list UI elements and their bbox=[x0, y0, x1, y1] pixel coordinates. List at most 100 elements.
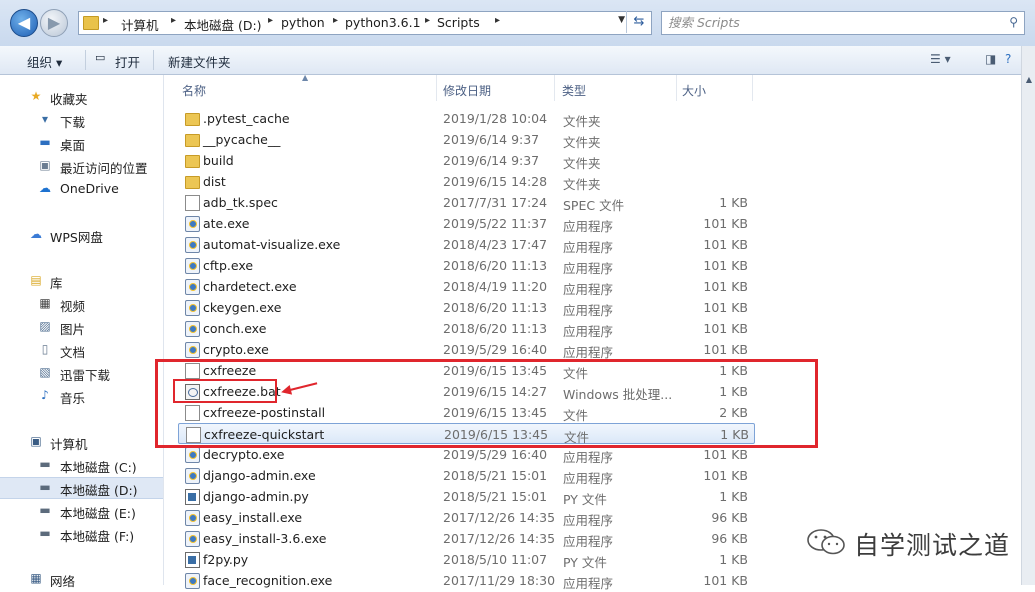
file-size: 101 KB bbox=[703, 321, 748, 336]
nav-item-drive-c[interactable]: ▬ 本地磁盘 (C:) bbox=[0, 455, 163, 475]
nav-item-label: 下载 bbox=[60, 115, 86, 130]
file-row[interactable]: __pycache__ 2019/6/14 9:37 文件夹 bbox=[178, 129, 753, 150]
column-header-label: 类型 bbox=[562, 84, 587, 98]
file-row[interactable]: build 2019/6/14 9:37 文件夹 bbox=[178, 150, 753, 171]
nav-favorites-label: 收藏夹 bbox=[50, 92, 88, 107]
nav-favorites[interactable]: ★ 收藏夹 bbox=[0, 87, 163, 107]
nav-item-pictures[interactable]: ▨ 图片 bbox=[0, 317, 163, 337]
file-row[interactable]: .pytest_cache 2019/1/28 10:04 文件夹 bbox=[178, 108, 753, 129]
file-date: 2018/5/21 15:01 bbox=[443, 489, 548, 504]
file-row[interactable]: automat-visualize.exe 2018/4/23 17:47 应用程序… bbox=[178, 234, 753, 255]
forward-button[interactable]: ▶ bbox=[40, 9, 68, 37]
nav-item-music[interactable]: ♪ 音乐 bbox=[0, 386, 163, 406]
picture-icon: ▨ bbox=[39, 319, 51, 333]
file-type: PY 文件 bbox=[563, 555, 607, 570]
file-row[interactable]: chardetect.exe 2018/4/19 11:20 应用程序 101 KB bbox=[178, 276, 753, 297]
exe-icon bbox=[185, 342, 200, 358]
file-row[interactable]: conch.exe 2018/6/20 11:13 应用程序 101 KB bbox=[178, 318, 753, 339]
chevron-right-icon[interactable]: ▸ bbox=[268, 15, 273, 26]
organize-button[interactable]: 组织 ▾ bbox=[27, 52, 62, 71]
chevron-right-icon[interactable]: ▸ bbox=[103, 15, 108, 26]
breadcrumb-scripts[interactable]: Scripts bbox=[437, 15, 480, 30]
file-type: 应用程序 bbox=[563, 303, 614, 318]
file-row[interactable]: ate.exe 2019/5/22 11:37 应用程序 101 KB bbox=[178, 213, 753, 234]
nav-computer[interactable]: ▣ 计算机 bbox=[0, 432, 163, 452]
file-row[interactable]: easy_install-3.6.exe 2017/12/26 14:35 应用程序… bbox=[178, 528, 753, 549]
file-date: 2019/1/28 10:04 bbox=[443, 111, 548, 126]
nav-item-drive-f[interactable]: ▬ 本地磁盘 (F:) bbox=[0, 524, 163, 544]
nav-item-desktop[interactable]: ▬ 桌面 bbox=[0, 133, 163, 153]
desktop-icon: ▬ bbox=[39, 135, 51, 149]
file-row[interactable]: django-admin.py 2018/5/21 15:01 PY 文件 1 KB bbox=[178, 486, 753, 507]
file-type: 应用程序 bbox=[563, 324, 614, 339]
py-icon bbox=[185, 489, 200, 505]
nav-item-label: 迅雷下载 bbox=[60, 368, 111, 383]
column-header-type[interactable]: 类型 bbox=[544, 75, 654, 101]
new-folder-button[interactable]: 新建文件夹 bbox=[168, 52, 231, 71]
open-button[interactable]: 打开 bbox=[115, 52, 140, 71]
nav-item-videos[interactable]: ▦ 视频 bbox=[0, 294, 163, 314]
file-date: 2018/6/20 11:13 bbox=[443, 321, 548, 336]
file-row[interactable]: f2py.py 2018/5/10 11:07 PY 文件 1 KB bbox=[178, 549, 753, 570]
nav-item-label: 文档 bbox=[60, 345, 86, 360]
chevron-right-icon[interactable]: ▸ bbox=[171, 15, 176, 26]
file-row[interactable]: crypto.exe 2019/5/29 16:40 应用程序 101 KB bbox=[178, 339, 753, 360]
video-icon: ▦ bbox=[39, 296, 51, 310]
star-icon: ★ bbox=[30, 89, 42, 103]
file-type: 文件夹 bbox=[563, 114, 601, 129]
chevron-right-icon[interactable]: ▸ bbox=[333, 15, 338, 26]
nav-item-drive-e[interactable]: ▬ 本地磁盘 (E:) bbox=[0, 501, 163, 521]
nav-network[interactable]: ▦ 网络 bbox=[0, 569, 163, 589]
breadcrumb-python[interactable]: python bbox=[281, 15, 325, 30]
nav-libraries[interactable]: ▤ 库 bbox=[0, 271, 163, 291]
column-divider[interactable] bbox=[752, 75, 753, 101]
view-options-icon[interactable]: ☰ ▾ bbox=[930, 52, 951, 66]
file-row[interactable]: cftp.exe 2018/6/20 11:13 应用程序 101 KB bbox=[178, 255, 753, 276]
nav-item-drive-d[interactable]: ▬ 本地磁盘 (D:) bbox=[0, 477, 163, 499]
file-size: 101 KB bbox=[703, 447, 748, 462]
back-button[interactable]: ◀ bbox=[10, 9, 38, 37]
chevron-down-icon[interactable]: ▼ bbox=[618, 15, 625, 25]
file-row[interactable]: ckeygen.exe 2018/6/20 11:13 应用程序 101 KB bbox=[178, 297, 753, 318]
file-size: 101 KB bbox=[703, 279, 748, 294]
search-box[interactable]: ⚲ bbox=[661, 11, 1025, 35]
search-input[interactable] bbox=[666, 14, 1000, 31]
scroll-up-arrow-icon[interactable]: ▲ bbox=[1022, 75, 1035, 91]
wechat-logo-icon bbox=[807, 529, 845, 555]
cloud-icon: ☁ bbox=[39, 181, 51, 195]
nav-item-documents[interactable]: ▯ 文档 bbox=[0, 340, 163, 360]
nav-item-downloads[interactable]: ▾ 下载 bbox=[0, 110, 163, 130]
breadcrumb-drive-d[interactable]: 本地磁盘 (D:) bbox=[184, 15, 262, 34]
file-date: 2019/5/29 16:40 bbox=[443, 342, 548, 357]
refresh-icon[interactable]: ⇆ bbox=[626, 11, 651, 33]
help-icon[interactable]: ? bbox=[1005, 52, 1011, 66]
column-header-size[interactable]: 大小 bbox=[664, 75, 754, 101]
address-bar-region: ◀ ▶ ▸ 计算机 ▸ 本地磁盘 (D:) ▸ python ▸ python3… bbox=[0, 0, 1035, 47]
file-date: 2018/4/23 17:47 bbox=[443, 237, 548, 252]
nav-item-thunder[interactable]: ▧ 迅雷下载 bbox=[0, 363, 163, 383]
column-header-date[interactable]: 修改日期 bbox=[425, 75, 545, 101]
file-size: 1 KB bbox=[719, 489, 748, 504]
file-row[interactable]: django-admin.exe 2018/5/21 15:01 应用程序 101 K… bbox=[178, 465, 753, 486]
nav-item-label: 计算机 bbox=[50, 437, 88, 452]
file-name: cftp.exe bbox=[203, 258, 254, 273]
library-icon: ▤ bbox=[30, 273, 42, 287]
vertical-scrollbar[interactable]: ▲ bbox=[1021, 46, 1035, 585]
chevron-right-icon[interactable]: ▸ bbox=[495, 15, 500, 26]
breadcrumb-python361[interactable]: python3.6.1 bbox=[345, 15, 421, 30]
file-row[interactable]: adb_tk.spec 2017/7/31 17:24 SPEC 文件 1 KB bbox=[178, 192, 753, 213]
chevron-right-icon[interactable]: ▸ bbox=[425, 15, 430, 26]
file-type: 应用程序 bbox=[563, 471, 614, 486]
search-icon[interactable]: ⚲ bbox=[1009, 15, 1018, 29]
file-row[interactable]: dist 2019/6/15 14:28 文件夹 bbox=[178, 171, 753, 192]
address-bar[interactable]: ▸ 计算机 ▸ 本地磁盘 (D:) ▸ python ▸ python3.6.1… bbox=[78, 11, 652, 35]
file-type: 文件夹 bbox=[563, 135, 601, 150]
nav-item-wps[interactable]: ☁ WPS网盘 bbox=[0, 225, 163, 245]
column-header-name[interactable]: 名称 bbox=[164, 75, 436, 101]
breadcrumb-computer[interactable]: 计算机 bbox=[121, 15, 159, 34]
preview-pane-icon[interactable]: ◨ bbox=[985, 52, 996, 66]
nav-item-recent[interactable]: ▣ 最近访问的位置 bbox=[0, 156, 163, 176]
file-row[interactable]: easy_install.exe 2017/12/26 14:35 应用程序 96 K… bbox=[178, 507, 753, 528]
nav-item-onedrive[interactable]: ☁ OneDrive bbox=[0, 179, 163, 199]
file-row[interactable]: face_recognition.exe 2017/11/29 18:30 应用程序… bbox=[178, 570, 753, 591]
